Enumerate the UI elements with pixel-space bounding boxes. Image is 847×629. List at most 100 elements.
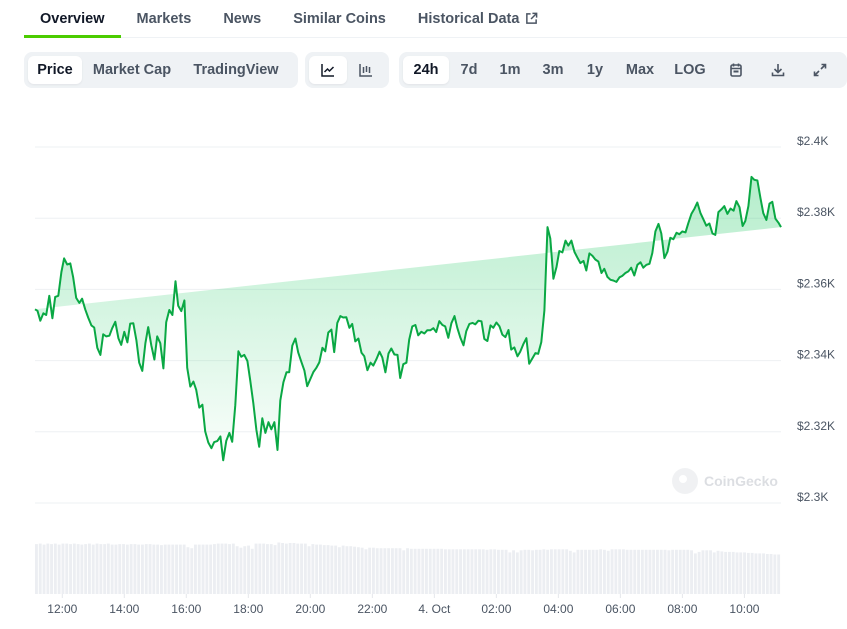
volume-bar [194,544,197,594]
volume-bar [247,545,250,594]
volume-bar [65,543,69,594]
x-tick-label: 12:00 [47,602,77,616]
volume-bar [266,544,269,594]
volume-bar [587,549,591,594]
volume-bar [360,547,364,594]
volume-bar [224,543,228,594]
volume-bar [379,548,383,594]
external-link-icon [526,12,538,24]
fullscreen-button[interactable] [799,56,841,84]
volume-bar [186,547,190,594]
tab-historical-data[interactable]: Historical Data [402,0,555,37]
volume-bar [231,543,235,594]
volume-bar [659,549,663,594]
volume-bar [315,544,319,594]
volume-bar [459,549,462,594]
volume-bar [515,552,519,594]
calendar-button[interactable] [715,56,757,84]
view-price-button[interactable]: Price [28,56,82,84]
volume-bar [50,544,53,594]
y-tick-label: $2.38K [797,205,835,219]
volume-bar [762,553,765,594]
volume-bar [606,550,610,594]
volume-bar [739,552,743,594]
tab-overview[interactable]: Overview [24,0,121,38]
volume-bar [497,549,500,594]
range-1y-button[interactable]: 1y [575,56,615,84]
volume-bar [144,544,148,594]
volume-bar [319,544,322,594]
price-chart[interactable]: $2.3K $2.32K $2.34K $2.36K $2.38K $2.4K 12:00… [0,110,847,629]
volume-bar [178,544,182,594]
volume-bar [91,544,95,594]
volume-bar [656,549,659,594]
volume-bar [576,549,580,594]
volume-bar [383,548,387,594]
volume-bar [618,549,622,594]
line-chart-button[interactable] [309,56,347,84]
range-max-button[interactable]: Max [615,56,665,84]
candlestick-chart-icon [359,64,372,77]
x-tick-label: 18:00 [233,602,263,616]
volume-bar [580,549,584,594]
volume-bar [428,548,432,594]
volume-bar [538,549,542,594]
volume-bar [603,549,606,594]
volume-bar [758,553,762,594]
volume-bar [697,551,701,594]
volume-bar [235,546,239,594]
x-tick-label: 16:00 [171,602,201,616]
expand-icon [813,63,827,77]
volume-bar [349,546,353,594]
volume-bar [273,545,277,594]
volume-bar [402,550,406,594]
volume-bar [387,548,391,594]
volume-bar [693,553,697,594]
volume-bar [182,544,186,594]
volume-bar [705,550,709,594]
volume-bar [644,549,648,594]
download-button[interactable] [757,56,799,84]
volume-bar [141,544,144,594]
volume-bar [750,552,754,594]
volume-bar [508,552,512,594]
volume-bar [254,543,258,594]
tab-markets[interactable]: Markets [121,0,208,37]
volume-bar [633,549,637,594]
volume-bar [550,549,553,594]
volume-bar [175,544,178,594]
volume-bar [114,544,118,594]
tab-similar-coins[interactable]: Similar Coins [277,0,402,37]
y-tick-label: $2.32K [797,419,835,433]
candlestick-chart-button[interactable] [347,56,385,84]
x-tick-label: 22:00 [357,602,387,616]
volume-bar [42,544,46,594]
range-1m-button[interactable]: 1m [489,56,531,84]
volume-bar [95,543,99,594]
range-3m-button[interactable]: 3m [531,56,575,84]
log-scale-button[interactable]: LOG [665,56,715,84]
volume-bar [557,549,561,594]
x-tick-label: 02:00 [481,602,511,616]
volume-bar [163,544,167,594]
tab-news[interactable]: News [207,0,277,37]
range-7d-button[interactable]: 7d [449,56,489,84]
range-24h-button[interactable]: 24h [403,56,449,84]
line-chart-icon [321,64,335,77]
tab-label: Historical Data [417,10,520,27]
view-market-cap-button[interactable]: Market Cap [82,56,182,84]
volume-bar [353,546,356,594]
volume-bar [595,549,599,594]
volume-bar [269,544,273,594]
volume-bar [53,543,57,594]
volume-bar [451,549,455,594]
volume-bar [311,544,315,594]
volume-bar [478,549,481,594]
volume-bar [777,554,781,594]
volume-bar [171,544,175,594]
y-tick-label: $2.36K [797,276,835,290]
volume-bar [489,549,493,594]
volume-bar [425,548,428,594]
x-tick-label: 14:00 [109,602,139,616]
view-tradingview-button[interactable]: TradingView [182,56,290,84]
